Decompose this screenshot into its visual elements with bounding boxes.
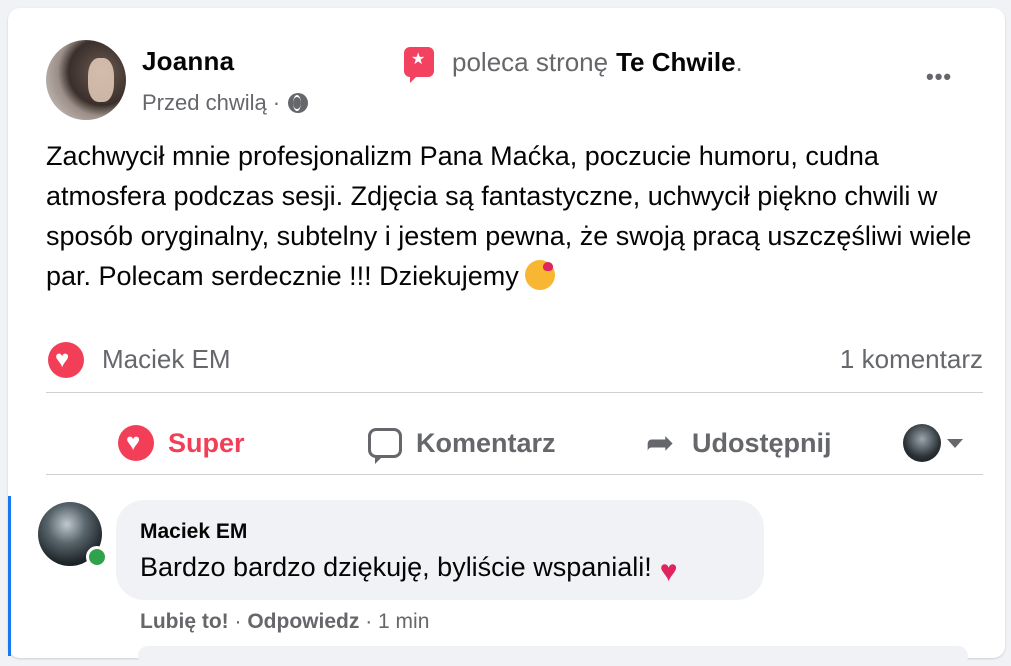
comment-like-link[interactable]: Lubię to! [140,610,229,633]
comment-count-link[interactable]: 1 komentarz [840,344,983,375]
recommend-prefix: poleca stronę [452,46,609,77]
share-label: Udostępnij [692,427,832,458]
comment-text: Bardzo bardzo dziękuję, byliście wspania… [140,552,652,582]
recommendation-line: poleca stronę Te Chwile . [404,42,743,83]
reactions-summary: Maciek EM 1 komentarz [46,340,983,380]
post-body: Zachwycił mnie profesjonalizm Pana Maćka… [46,136,986,296]
comment-bubble: Maciek EM Bardzo bardzo dziękuję, byliśc… [116,500,764,600]
meta-separator: · [272,90,281,115]
comment-thread: Maciek EM Bardzo bardzo dziękuję, byliśc… [8,492,1005,666]
comment-label: Komentarz [416,427,556,458]
post-actions-bar: Super Komentarz ➦ Udostępnij [46,404,983,482]
comment-icon [368,428,402,464]
comment-text-row: Bardzo bardzo dziękuję, byliście wspania… [140,552,690,587]
reply-input-box[interactable] [138,646,968,666]
thread-indicator [8,496,11,656]
super-label: Super [168,427,245,458]
more-options-button[interactable]: ••• [926,64,952,90]
page-name-link[interactable]: Te Chwile [616,47,735,78]
recommend-icon [404,47,434,83]
divider-top [46,392,983,393]
comment-sep-1: · [234,610,242,633]
share-button[interactable]: ➦ Udostępnij [642,404,832,482]
comment-button[interactable]: Komentarz [368,404,556,482]
online-status-icon [86,546,108,568]
author-name[interactable]: Joanna [142,46,234,77]
reactor-name[interactable]: Maciek EM [102,344,231,375]
sparkling-heart-emoji-icon: ♥ [659,555,678,588]
comment-sep-2: · [365,610,373,633]
heart-reaction-icon[interactable] [48,342,84,378]
reaction-audience-selector[interactable] [903,424,963,462]
share-icon: ➦ [645,424,675,462]
post-card: Joanna poleca stronę Te Chwile . ••• Prz… [8,8,1005,666]
super-reaction-button[interactable]: Super [118,404,245,482]
commenter-name[interactable]: Maciek EM [140,520,247,544]
kissing-face-emoji-icon [524,260,555,290]
comment-reply-link[interactable]: Odpowiedz [247,610,359,633]
author-avatar[interactable] [46,40,126,120]
profile-mini-avatar [903,424,941,462]
post-meta: Przed chwilą · [142,90,309,116]
comment-time[interactable]: 1 min [378,610,429,633]
caret-down-icon [947,438,963,448]
globe-icon[interactable] [288,93,309,113]
post-body-text: Zachwycił mnie profesjonalizm Pana Maćka… [46,141,972,291]
divider-bottom [46,474,983,475]
comment-actions: Lubię to! · Odpowiedz · 1 min [140,610,429,634]
recommend-suffix: . [735,46,743,77]
heart-icon [118,425,154,461]
post-timestamp[interactable]: Przed chwilą [142,90,267,116]
